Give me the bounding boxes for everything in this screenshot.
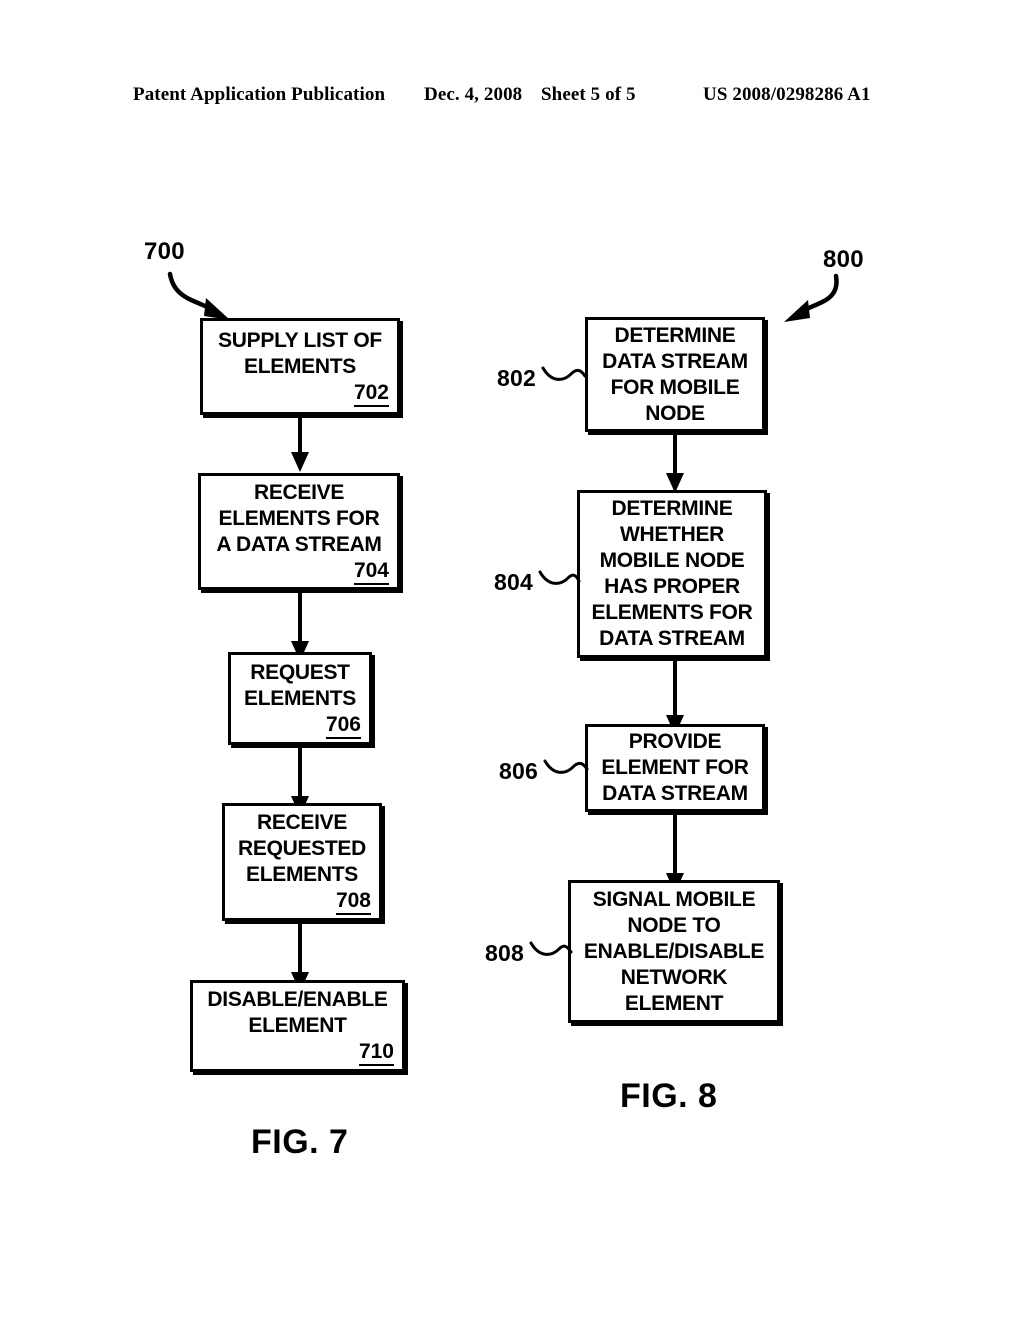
flow-step-702[interactable]: SUPPLY LIST OF ELEMENTS 702	[200, 318, 400, 415]
figure-7-reference-number: 700	[144, 238, 185, 265]
flow-step-704-line-2: ELEMENTS FOR	[218, 506, 380, 530]
flow-step-702-ref-text: 702	[353, 380, 389, 407]
flow-step-806-leader-line	[543, 759, 589, 774]
flow-step-808-line-2: NODE TO	[627, 913, 721, 937]
flow-step-804-line-4: HAS PROPER	[604, 575, 740, 598]
flow-step-708-ref: 708	[227, 888, 377, 915]
flow-step-702-ref: 702	[205, 380, 395, 407]
flow-step-704-line-3: A DATA STREAM	[216, 532, 382, 556]
flow-step-808-line-3: ENABLE/DISABLE	[583, 939, 765, 963]
flow-step-710-line-1: DISABLE/ENABLE	[207, 988, 388, 1011]
figure-7-caption: FIG. 7	[251, 1123, 349, 1161]
flow-step-808-leader-line	[529, 941, 573, 956]
flow-step-808-line-5: ELEMENT	[624, 991, 724, 1015]
figure-8-reference-number: 800	[823, 246, 864, 273]
flow-step-804[interactable]: DETERMINE WHETHER MOBILE NODE HAS PROPER…	[577, 490, 767, 658]
flow-step-802-line-2: DATA STREAM	[602, 349, 748, 373]
flow-step-808-line-1: SIGNAL MOBILE	[592, 887, 756, 911]
flow-step-806[interactable]: PROVIDE ELEMENT FOR DATA STREAM	[585, 724, 765, 812]
flow-step-804-line-5: ELEMENTS FOR	[591, 601, 753, 624]
flow-step-710-ref-text: 710	[358, 1040, 394, 1066]
flow-step-802-line-3: FOR MOBILE	[610, 375, 740, 399]
flow-step-706-line-1: REQUEST	[250, 660, 350, 684]
flow-step-806-line-2: ELEMENT FOR	[601, 756, 749, 779]
flow-step-706[interactable]: REQUEST ELEMENTS 706	[228, 652, 372, 745]
flow-step-802-line-1: DETERMINE	[614, 323, 736, 347]
flow-step-706-line-2: ELEMENTS	[244, 686, 356, 710]
flow-step-808-ref: 808	[485, 940, 524, 966]
flow-step-804-line-2: WHETHER	[619, 523, 725, 546]
flow-step-808[interactable]: SIGNAL MOBILE NODE TO ENABLE/DISABLE NET…	[568, 880, 780, 1023]
flow-step-710-ref: 710	[195, 1039, 400, 1066]
flow-step-706-ref-text: 706	[325, 712, 361, 739]
flow-step-802-line-4: NODE	[645, 401, 705, 425]
flow-step-708-line-3: ELEMENTS	[246, 863, 358, 886]
flow-step-804-line-1: DETERMINE	[611, 497, 733, 520]
flow-step-708-ref-text: 708	[335, 889, 371, 915]
flow-step-702-line-2: ELEMENTS	[244, 354, 356, 378]
flow-step-710-line-2: ELEMENT	[248, 1014, 347, 1037]
header-sheet-label: Sheet 5 of 5	[541, 84, 636, 105]
flow-step-802-ref: 802	[497, 365, 536, 391]
flow-step-704-ref-text: 704	[353, 558, 389, 585]
header-document-id: US 2008/0298286 A1	[703, 84, 871, 105]
flow-step-704-line-1: RECEIVE	[253, 480, 345, 504]
flow-step-802-leader-line	[541, 366, 587, 381]
flow-step-804-line-6: DATA STREAM	[599, 627, 745, 650]
figure-8-reference-arrow	[784, 273, 839, 322]
figure-8-caption: FIG. 8	[620, 1077, 718, 1115]
page-header: Patent Application Publication Dec. 4, 2…	[0, 84, 1024, 114]
flow-step-710[interactable]: DISABLE/ENABLE ELEMENT 710	[190, 980, 405, 1072]
flow-step-708-line-2: REQUESTED	[238, 837, 366, 860]
flow-step-706-ref: 706	[233, 712, 367, 739]
header-date-label: Dec. 4, 2008	[424, 84, 523, 105]
flow-step-808-line-4: NETWORK	[620, 965, 728, 989]
flow-step-708-line-1: RECEIVE	[256, 811, 348, 834]
flow-step-806-ref: 806	[499, 758, 538, 784]
flow-step-804-leader-line	[538, 570, 581, 585]
header-publication-label: Patent Application Publication	[133, 84, 386, 105]
flow-step-704-ref: 704	[203, 558, 395, 585]
flow-step-806-line-1: PROVIDE	[628, 730, 722, 753]
flow-step-702-line-1: SUPPLY LIST OF	[218, 328, 382, 352]
flow-step-708[interactable]: RECEIVE REQUESTED ELEMENTS 708	[222, 803, 382, 921]
flow-step-806-line-3: DATA STREAM	[602, 782, 748, 805]
flow-step-804-line-3: MOBILE NODE	[599, 549, 745, 572]
flow-step-802[interactable]: DETERMINE DATA STREAM FOR MOBILE NODE	[585, 317, 765, 432]
flow-step-704[interactable]: RECEIVE ELEMENTS FOR A DATA STREAM 704	[198, 473, 400, 590]
flow-step-804-ref: 804	[494, 569, 533, 595]
